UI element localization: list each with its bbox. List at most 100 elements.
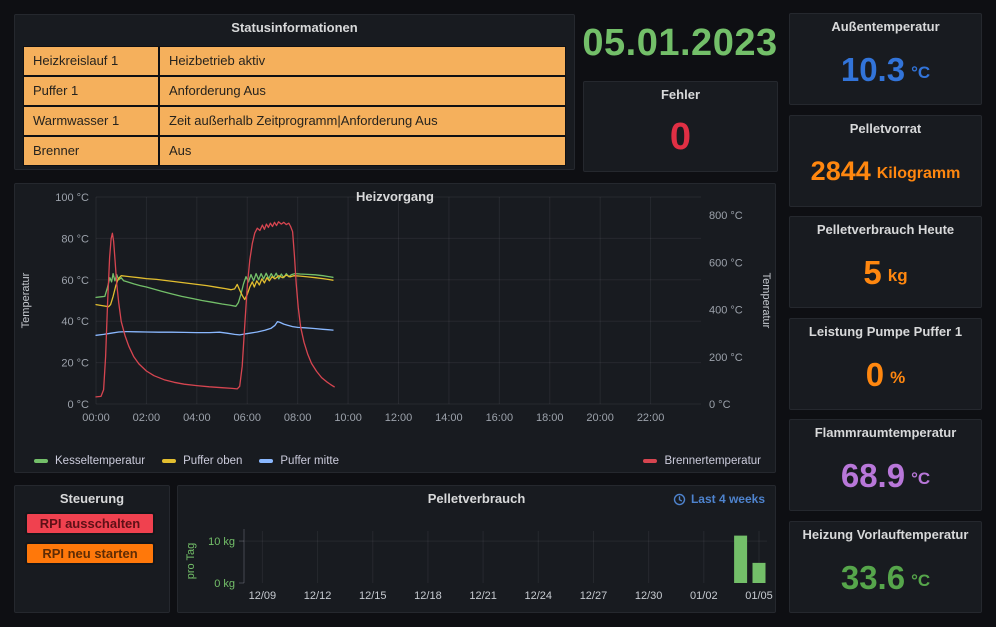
pelletverbrauch-panel: Pelletverbrauch Last 4 weeks 12/0912/121… xyxy=(177,485,776,613)
date-panel: 05.01.2023 xyxy=(581,10,779,76)
svg-text:22:00: 22:00 xyxy=(637,412,665,424)
status-row-label: Warmwasser 1 xyxy=(24,107,158,135)
status-row-label: Puffer 1 xyxy=(24,77,158,105)
svg-text:12/09: 12/09 xyxy=(249,590,277,602)
svg-text:02:00: 02:00 xyxy=(133,412,161,424)
svg-text:Temperatur: Temperatur xyxy=(760,273,772,329)
stat-title: Pelletvorrat xyxy=(790,116,981,142)
svg-text:40 °C: 40 °C xyxy=(61,316,89,328)
svg-text:00:00: 00:00 xyxy=(82,412,110,424)
stat-value: 10.3 xyxy=(841,53,905,86)
stat-unit: % xyxy=(890,368,905,388)
stat-unit: Kilogramm xyxy=(877,165,961,183)
svg-text:12/24: 12/24 xyxy=(525,590,553,602)
steuerung-panel: Steuerung RPI ausschalten RPI neu starte… xyxy=(14,485,170,613)
status-table: Heizkreislauf 1 Heizbetrieb aktiv Puffer… xyxy=(23,46,566,166)
svg-text:14:00: 14:00 xyxy=(435,412,463,424)
pelletverbrauch-chart: 12/09 12/12 12/15 12/18 12/21 12/24 12/27 12/30… xyxy=(178,486,775,612)
steuerung-title: Steuerung xyxy=(15,486,169,512)
stat-value: 33.6 xyxy=(841,561,905,594)
legend-label: Puffer mitte xyxy=(280,455,339,467)
legend-item-puffer-mitte[interactable]: Puffer mitte xyxy=(259,455,339,467)
svg-text:0 °C: 0 °C xyxy=(67,399,89,411)
stat-unit: °C xyxy=(911,63,930,83)
stat-value: 68.9 xyxy=(841,459,905,492)
status-row-value: Zeit außerhalb Zeitprogramm|Anforderung … xyxy=(160,107,565,135)
svg-text:04:00: 04:00 xyxy=(183,412,211,424)
svg-text:12:00: 12:00 xyxy=(385,412,413,424)
svg-text:01/02: 01/02 xyxy=(690,590,718,602)
svg-text:100 °C: 100 °C xyxy=(55,192,89,204)
svg-text:600 °C: 600 °C xyxy=(709,257,743,269)
legend-item-brennertemperatur[interactable]: Brennertemperatur xyxy=(643,455,761,467)
svg-text:16:00: 16:00 xyxy=(486,412,514,424)
legend-swatch xyxy=(34,459,48,463)
status-row-value: Heizbetrieb aktiv xyxy=(160,47,565,75)
stat-title: Leistung Pumpe Puffer 1 xyxy=(790,319,981,345)
svg-text:12/12: 12/12 xyxy=(304,590,332,602)
svg-text:18:00: 18:00 xyxy=(536,412,564,424)
svg-text:12/30: 12/30 xyxy=(635,590,663,602)
svg-text:800 °C: 800 °C xyxy=(709,210,743,222)
svg-text:01/05: 01/05 xyxy=(745,590,773,602)
stat-aussentemperatur: Außentemperatur 10.3 °C xyxy=(789,13,982,105)
status-row-value: Aus xyxy=(160,137,565,165)
svg-text:20:00: 20:00 xyxy=(586,412,614,424)
stat-unit: kg xyxy=(888,266,908,286)
heizvorgang-panel: Heizvorgang 00:0002:0004:0006:0008:0010:… xyxy=(14,183,776,473)
legend-label: Kesseltemperatur xyxy=(55,455,145,467)
svg-text:0 kg: 0 kg xyxy=(214,578,235,590)
svg-text:20 °C: 20 °C xyxy=(61,358,89,370)
heizvorgang-legend: Kesseltemperatur Puffer oben Puffer mitt… xyxy=(34,455,761,467)
stat-unit: °C xyxy=(911,469,930,489)
svg-text:200 °C: 200 °C xyxy=(709,352,743,364)
svg-text:pro Tag: pro Tag xyxy=(185,543,197,580)
stat-title: Heizung Vorlauftemperatur xyxy=(790,522,981,548)
stat-heizung-vorlauftemperatur: Heizung Vorlauftemperatur 33.6 °C xyxy=(789,521,982,613)
stat-value: 2844 xyxy=(811,158,871,185)
svg-text:08:00: 08:00 xyxy=(284,412,312,424)
grafana-dashboard: Statusinformationen Heizkreislauf 1 Heiz… xyxy=(0,0,996,627)
stat-title: Außentemperatur xyxy=(790,14,981,40)
legend-item-puffer-oben[interactable]: Puffer oben xyxy=(162,455,242,467)
stat-leistung-pumpe: Leistung Pumpe Puffer 1 0 % xyxy=(789,318,982,410)
status-panel: Statusinformationen Heizkreislauf 1 Heiz… xyxy=(14,14,575,170)
rpi-shutdown-button[interactable]: RPI ausschalten xyxy=(25,512,155,535)
svg-text:400 °C: 400 °C xyxy=(709,305,743,317)
status-row-label: Heizkreislauf 1 xyxy=(24,47,158,75)
svg-text:12/18: 12/18 xyxy=(414,590,442,602)
stat-pelletverbrauch-heute: Pelletverbrauch Heute 5 kg xyxy=(789,216,982,308)
rpi-restart-button[interactable]: RPI neu starten xyxy=(25,542,155,565)
heizvorgang-chart: 00:00 02:00 04:00 06:00 08:00 10:00 12:00 14:00… xyxy=(15,184,775,445)
svg-text:06:00: 06:00 xyxy=(233,412,261,424)
stat-pelletvorrat: Pelletvorrat 2844 Kilogramm xyxy=(789,115,982,207)
svg-text:0 °C: 0 °C xyxy=(709,399,731,411)
svg-text:Temperatur: Temperatur xyxy=(20,272,32,328)
status-panel-title: Statusinformationen xyxy=(15,15,574,41)
svg-text:60 °C: 60 °C xyxy=(61,275,89,287)
legend-swatch xyxy=(259,459,273,463)
stat-value: 5 xyxy=(863,256,881,289)
legend-swatch xyxy=(162,459,176,463)
fehler-panel-title: Fehler xyxy=(584,82,777,108)
legend-item-kesseltemperatur[interactable]: Kesseltemperatur xyxy=(34,455,145,467)
stat-unit: °C xyxy=(911,571,930,591)
stat-title: Pelletverbrauch Heute xyxy=(790,217,981,243)
svg-text:12/21: 12/21 xyxy=(469,590,497,602)
stat-flammraumtemperatur: Flammraumtemperatur 68.9 °C xyxy=(789,419,982,511)
svg-text:12/27: 12/27 xyxy=(580,590,608,602)
svg-text:80 °C: 80 °C xyxy=(61,233,89,245)
fehler-panel: Fehler 0 xyxy=(583,81,778,172)
fehler-value: 0 xyxy=(670,116,691,159)
stat-title: Flammraumtemperatur xyxy=(790,420,981,446)
stat-value: 0 xyxy=(866,358,884,391)
status-row-value: Anforderung Aus xyxy=(160,77,565,105)
svg-text:12/15: 12/15 xyxy=(359,590,387,602)
status-row-label: Brenner xyxy=(24,137,158,165)
legend-swatch xyxy=(643,459,657,463)
svg-text:10:00: 10:00 xyxy=(334,412,362,424)
legend-label: Brennertemperatur xyxy=(664,455,761,467)
legend-label: Puffer oben xyxy=(183,455,242,467)
current-date: 05.01.2023 xyxy=(582,22,777,65)
svg-text:10 kg: 10 kg xyxy=(208,536,235,548)
